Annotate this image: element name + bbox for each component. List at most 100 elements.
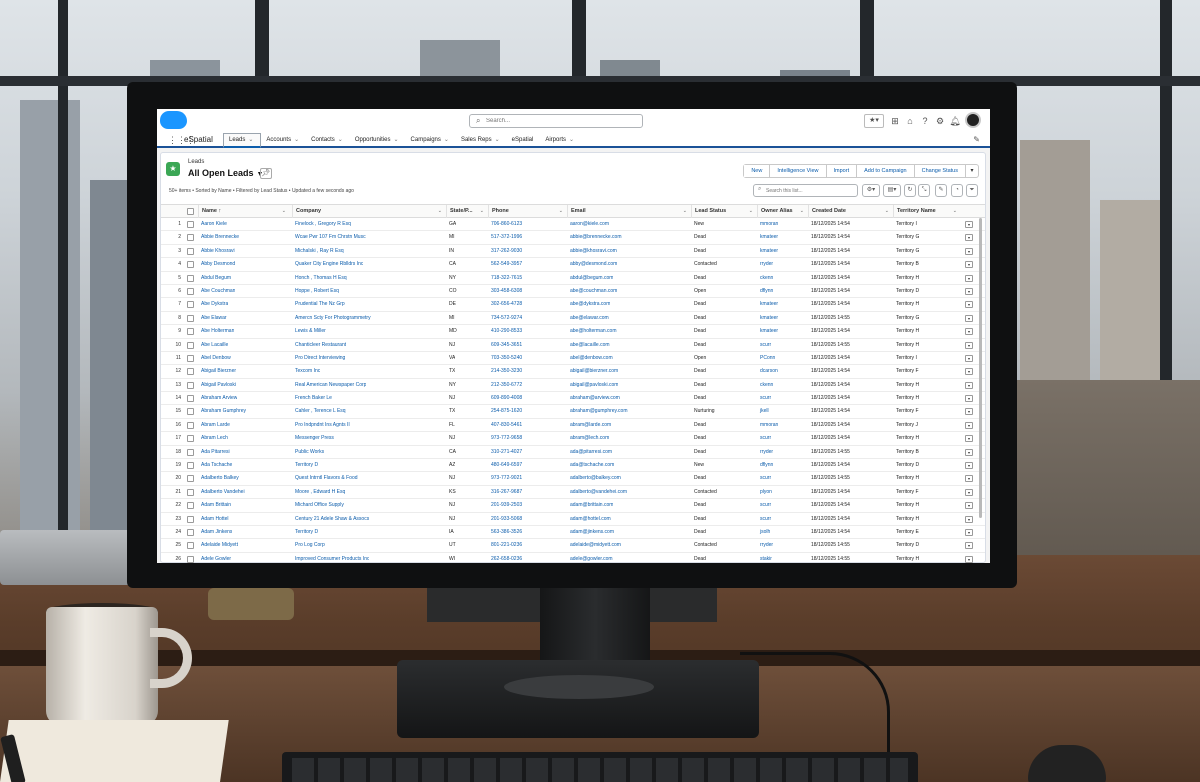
row-checkbox[interactable]: [187, 261, 194, 269]
tab-sales-reps[interactable]: Sales Reps ⌄: [456, 133, 507, 148]
company-link[interactable]: Messenger Press: [292, 432, 334, 445]
vertical-scrollbar[interactable]: [979, 218, 982, 518]
row-checkbox[interactable]: [187, 221, 194, 228]
lead-name-link[interactable]: Abe Couchman: [198, 285, 235, 298]
email-link[interactable]: abigail@bierzner.com: [567, 365, 618, 378]
column-header-owner-alias[interactable]: Owner Alias ⌄: [757, 205, 808, 218]
lead-name-link[interactable]: Abe Lacaille: [198, 339, 228, 352]
phone-link[interactable]: 718-322-7615: [488, 272, 522, 285]
owner-alias-link[interactable]: kmateer: [757, 231, 778, 244]
add-icon[interactable]: ⊞: [889, 114, 901, 128]
tab-espatial[interactable]: eSpatial: [507, 133, 541, 148]
column-header-email[interactable]: Email ⌄: [567, 205, 691, 218]
phone-link[interactable]: 310-271-4027: [488, 446, 522, 459]
row-actions-chevron-icon[interactable]: ▾: [965, 555, 973, 563]
owner-alias-link[interactable]: scurr: [757, 499, 771, 512]
row-actions-chevron-icon[interactable]: ▾: [965, 395, 973, 403]
row-checkbox[interactable]: [187, 247, 194, 255]
company-link[interactable]: Quaker City Engine Rblldrs Inc: [292, 258, 363, 271]
row-actions-chevron-icon[interactable]: ▾: [965, 247, 973, 255]
chevron-down-icon[interactable]: ⌄: [444, 137, 449, 143]
row-checkbox[interactable]: [187, 488, 194, 496]
row-checkbox[interactable]: [187, 528, 194, 536]
lead-name-link[interactable]: Ada Pitarresi: [198, 446, 230, 459]
row-checkbox[interactable]: [187, 515, 194, 523]
intelligence-view-button[interactable]: Intelligence View: [770, 165, 827, 177]
company-link[interactable]: Lewis & Miller: [292, 325, 326, 338]
trailhead-icon[interactable]: ⌂: [904, 114, 916, 128]
table-row[interactable]: 24 Adam Jinkens Territory D IA 563-386-3526 a…: [161, 526, 985, 540]
row-actions-chevron-icon[interactable]: ▾: [965, 542, 973, 550]
lead-name-link[interactable]: Abbie Khosravi: [198, 245, 235, 258]
row-actions-chevron-icon[interactable]: ▾: [965, 314, 973, 322]
tab-leads[interactable]: Leads ⌄: [223, 133, 262, 148]
row-checkbox[interactable]: [187, 328, 194, 336]
owner-alias-link[interactable]: rryder: [757, 539, 773, 552]
row-actions-chevron-icon[interactable]: ▾: [965, 328, 973, 336]
row-actions-chevron-icon[interactable]: ▾: [965, 502, 973, 510]
owner-alias-link[interactable]: kmateer: [757, 312, 778, 325]
email-link[interactable]: abigail@pavloski.com: [567, 379, 618, 392]
table-row[interactable]: 16 Abram Larde Pro Indpndnt Ins Agnts II FL…: [161, 419, 985, 433]
table-row[interactable]: 23 Adam Hottel Century 21 Adele Shaw & Ass…: [161, 513, 985, 526]
list-search[interactable]: ⌕: [753, 184, 858, 197]
phone-link[interactable]: 316-267-9687: [488, 486, 522, 499]
phone-link[interactable]: 201-939-2503: [488, 499, 522, 512]
phone-link[interactable]: 212-350-6772: [488, 379, 522, 392]
phone-link[interactable]: 303-458-6308: [488, 285, 522, 298]
company-link[interactable]: Territory D: [292, 459, 318, 472]
row-checkbox[interactable]: [187, 408, 194, 416]
phone-link[interactable]: 410-290-8533: [488, 325, 522, 338]
import-button[interactable]: Import: [826, 165, 858, 177]
owner-alias-link[interactable]: rryder: [757, 446, 773, 459]
email-link[interactable]: abbie@khosravi.com: [567, 245, 617, 258]
chevron-down-icon[interactable]: ⌄: [953, 205, 957, 218]
table-row[interactable]: 22 Adam Brittain Michard Office Supply NJ 20…: [161, 499, 985, 513]
email-link[interactable]: aaron@kiele.com: [567, 218, 609, 231]
email-link[interactable]: abe@dykstra.com: [567, 298, 610, 311]
company-link[interactable]: Public Works: [292, 446, 324, 459]
owner-alias-link[interactable]: jsolh: [757, 526, 770, 539]
email-link[interactable]: adele@gowler.com: [567, 553, 613, 563]
lead-name-link[interactable]: Abe Elawar: [198, 312, 227, 325]
favorites-icon[interactable]: ★▾: [864, 114, 884, 128]
new-button[interactable]: New: [744, 165, 771, 177]
help-icon[interactable]: ?: [919, 114, 931, 128]
table-row[interactable]: 17 Abram Lech Messenger Press NJ 973-772-965…: [161, 432, 985, 446]
row-actions-chevron-icon[interactable]: ▾: [965, 381, 973, 389]
owner-alias-link[interactable]: PConn: [757, 352, 775, 365]
phone-link[interactable]: 262-658-0236: [488, 553, 522, 563]
owner-alias-link[interactable]: scurr: [757, 472, 771, 485]
lead-name-link[interactable]: Abraham Arview: [198, 392, 237, 405]
chart-icon[interactable]: ◔: [951, 184, 963, 197]
chevron-down-icon[interactable]: ⌄: [559, 205, 563, 218]
table-row[interactable]: 26 Adele Gowler Improved Consumer Products…: [161, 553, 985, 563]
lead-name-link[interactable]: Adalberto Balkey: [198, 472, 239, 485]
lead-name-link[interactable]: Abe Holterman: [198, 325, 234, 338]
email-link[interactable]: adam@brittain.com: [567, 499, 613, 512]
email-link[interactable]: abe@lacaille.com: [567, 339, 610, 352]
lead-name-link[interactable]: Abraham Gumphrey: [198, 405, 246, 418]
lead-name-link[interactable]: Abel Denbow: [198, 352, 231, 365]
chevron-down-icon[interactable]: ⌄: [749, 205, 753, 218]
row-actions-chevron-icon[interactable]: ▾: [965, 274, 973, 282]
row-checkbox[interactable]: [187, 502, 194, 510]
lead-name-link[interactable]: Aaron Kiele: [198, 218, 227, 231]
chevron-down-icon[interactable]: ⌄: [394, 137, 399, 143]
chevron-down-icon[interactable]: ⌄: [495, 137, 500, 143]
lead-name-link[interactable]: Abram Larde: [198, 419, 230, 432]
owner-alias-link[interactable]: kmateer: [757, 245, 778, 258]
email-link[interactable]: abbie@brennecke.com: [567, 231, 622, 244]
row-checkbox[interactable]: [187, 287, 194, 295]
email-link[interactable]: abby@desmond.com: [567, 258, 617, 271]
table-row[interactable]: 19 Ada Tschache Territory D AZ 480-649-6597 a…: [161, 459, 985, 473]
phone-link[interactable]: 734-572-9274: [488, 312, 522, 325]
table-row[interactable]: 7 Abe Dykstra Prudential The Nz Grp DE 302-6…: [161, 298, 985, 312]
row-checkbox[interactable]: [187, 234, 194, 242]
owner-alias-link[interactable]: ckenn: [757, 379, 773, 392]
global-search-input[interactable]: [486, 116, 636, 126]
owner-alias-link[interactable]: dflynn: [757, 459, 773, 472]
owner-alias-link[interactable]: dflynn: [757, 285, 773, 298]
company-link[interactable]: Honch , Thomas H Esq: [292, 272, 347, 285]
table-row[interactable]: 21 Adalberto Vandehei Moore , Edward H Esq…: [161, 486, 985, 500]
